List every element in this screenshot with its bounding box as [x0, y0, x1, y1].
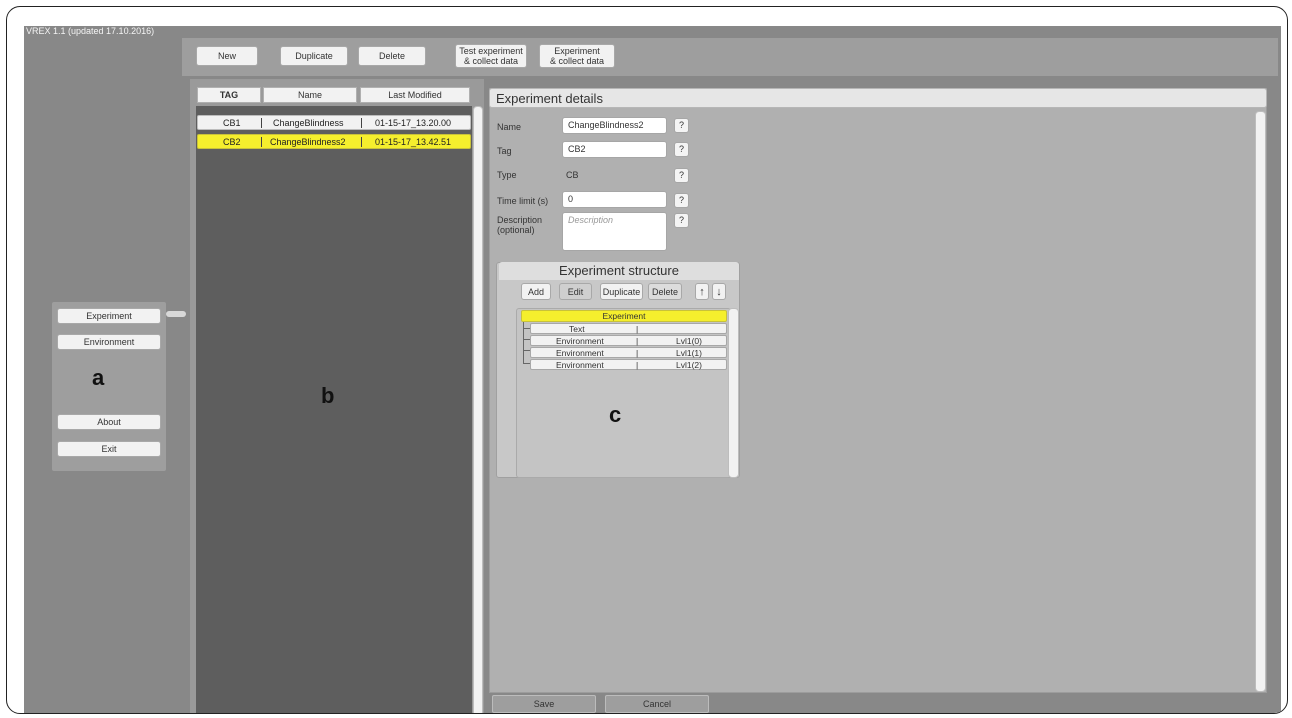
annotation-c: c: [609, 402, 622, 427]
test-experiment-line1: Test experiment: [459, 46, 523, 56]
side-menu-environment[interactable]: Environment: [57, 334, 161, 350]
tree-item-level: Lvl1(2): [676, 360, 702, 370]
save-button[interactable]: Save: [492, 695, 596, 713]
experiment-structure-title: Experiment structure: [499, 262, 739, 280]
list-row-cb2-selected[interactable]: CB2 ChangeBlindness2 01-15-17_13.42.51: [197, 134, 471, 149]
tree-item-type: Environment: [556, 348, 604, 358]
tree-item-type: Environment: [556, 360, 604, 370]
description-help-button[interactable]: ?: [674, 213, 689, 228]
tree-item-sep: |: [636, 360, 639, 370]
tag-field[interactable]: CB2: [562, 141, 667, 158]
tree-item-level: Lvl1(1): [676, 348, 702, 358]
tree-item-type: Text: [569, 324, 585, 334]
tree-line: [523, 350, 530, 351]
tree-item-environment[interactable]: Environment | Lvl1(0): [530, 335, 727, 346]
app-window: VREX 1.1 (updated 17.10.2016) New Duplic…: [24, 26, 1281, 713]
row-modified: 01-15-17_13.20.00: [375, 118, 452, 128]
tree-line: [523, 339, 530, 340]
side-menu-experiment[interactable]: Experiment: [57, 308, 161, 324]
tag-label: Tag: [497, 146, 512, 156]
list-header-tag[interactable]: TAG: [197, 87, 261, 103]
row-tag: CB1: [223, 118, 241, 128]
experiment-list-body: [196, 106, 472, 713]
row-name: ChangeBlindness: [273, 118, 344, 128]
tree-item-text[interactable]: Text |: [530, 323, 727, 334]
experiment-collect-button[interactable]: Experiment & collect data: [539, 44, 615, 68]
tree-scrollbar[interactable]: [728, 308, 739, 478]
delete-button[interactable]: Delete: [358, 46, 426, 66]
side-menu-about[interactable]: About: [57, 414, 161, 430]
tree-root-experiment[interactable]: Experiment: [521, 310, 727, 322]
tree-item-level: Lvl1(0): [676, 336, 702, 346]
test-experiment-line2: & collect data: [463, 56, 519, 66]
cancel-button[interactable]: Cancel: [605, 695, 709, 713]
description-label-line1: Description: [497, 215, 543, 225]
row-separator: [261, 118, 262, 128]
type-label: Type: [497, 170, 517, 180]
list-header-modified[interactable]: Last Modified: [360, 87, 470, 103]
toolbar: New Duplicate Delete Test experiment & c…: [182, 38, 1278, 76]
row-tag: CB2: [223, 137, 241, 147]
move-up-button[interactable]: ↑: [695, 283, 709, 300]
details-title: Experiment details: [489, 88, 1267, 108]
tree-item-sep: |: [636, 348, 639, 358]
time-limit-help-button[interactable]: ?: [674, 193, 689, 208]
tree-item-sep: |: [636, 336, 639, 346]
row-separator: [361, 137, 362, 147]
time-limit-field[interactable]: 0: [562, 191, 667, 208]
details-scrollbar[interactable]: [1255, 111, 1266, 692]
tree-item-environment[interactable]: Environment | Lvl1(2): [530, 359, 727, 370]
move-down-button[interactable]: ↓: [712, 283, 726, 300]
tree-item-sep: |: [636, 324, 639, 334]
time-limit-label: Time limit (s): [497, 196, 549, 206]
app-title: VREX 1.1 (updated 17.10.2016): [26, 26, 155, 36]
experiment-collect-line2: & collect data: [549, 56, 605, 66]
structure-add-button[interactable]: Add: [521, 283, 551, 300]
menu-connector: [166, 311, 186, 317]
name-label: Name: [497, 122, 522, 132]
tree-item-type: Environment: [556, 336, 604, 346]
list-row-cb1[interactable]: CB1 ChangeBlindness 01-15-17_13.20.00: [197, 115, 471, 130]
test-experiment-button[interactable]: Test experiment & collect data: [455, 44, 527, 68]
row-separator: [261, 137, 262, 147]
tree-line: [523, 328, 530, 329]
new-button[interactable]: New: [196, 46, 258, 66]
tree-line: [523, 363, 530, 364]
annotation-b: b: [321, 383, 335, 408]
description-label-line2: (optional): [497, 225, 535, 235]
name-help-button[interactable]: ?: [674, 118, 689, 133]
name-field[interactable]: ChangeBlindness2: [562, 117, 667, 134]
annotation-a: a: [92, 365, 105, 390]
type-help-button[interactable]: ?: [674, 168, 689, 183]
structure-duplicate-button[interactable]: Duplicate: [600, 283, 643, 300]
structure-edit-button[interactable]: Edit: [559, 283, 592, 300]
type-value: CB: [566, 170, 579, 180]
row-separator: [361, 118, 362, 128]
screenshot-frame: VREX 1.1 (updated 17.10.2016) New Duplic…: [6, 6, 1288, 714]
side-menu-exit[interactable]: Exit: [57, 441, 161, 457]
side-menu-panel: Experiment Environment a About Exit: [52, 302, 166, 471]
tag-help-button[interactable]: ?: [674, 142, 689, 157]
list-scrollbar[interactable]: [473, 106, 483, 713]
structure-delete-button[interactable]: Delete: [648, 283, 682, 300]
tree-item-environment[interactable]: Environment | Lvl1(1): [530, 347, 727, 358]
description-field[interactable]: Description: [562, 212, 667, 251]
list-header-name[interactable]: Name: [263, 87, 357, 103]
row-name: ChangeBlindness2: [270, 137, 346, 147]
duplicate-button[interactable]: Duplicate: [280, 46, 348, 66]
row-modified: 01-15-17_13.42.51: [375, 137, 452, 147]
experiment-collect-line1: Experiment: [554, 46, 600, 56]
